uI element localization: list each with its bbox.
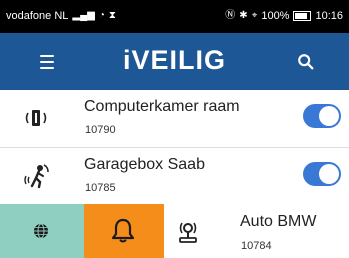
globe-icon: [34, 223, 48, 239]
battery-icon: [293, 11, 312, 21]
clock: 10:16: [315, 10, 343, 22]
item-code: 10785: [85, 182, 116, 194]
item-code: 10784: [241, 240, 272, 252]
bottom-bar: Auto BMW 10784: [0, 204, 349, 258]
item-code: 10790: [85, 124, 116, 136]
list-item[interactable]: Garagebox Saab 10785: [0, 148, 349, 205]
signal-icon: ▂▄▆: [72, 10, 95, 21]
battery-percent: 100%: [261, 10, 290, 22]
list-item[interactable]: Computerkamer raam 10790: [0, 90, 349, 147]
bell-icon: [111, 218, 135, 243]
tab-alarm[interactable]: [84, 204, 164, 258]
list-item[interactable]: Auto BMW 10784: [164, 204, 349, 258]
nfc-icon: Ⓝ: [225, 10, 236, 21]
bluetooth-icon: ✱: [239, 10, 248, 21]
enable-toggle[interactable]: [303, 162, 341, 186]
wifi-icon: ◔: [98, 10, 105, 21]
search-icon[interactable]: [297, 53, 315, 71]
window-sensor-icon: [25, 110, 47, 126]
motion-sensor-icon: [24, 164, 49, 189]
tab-globe[interactable]: [0, 204, 84, 258]
status-left: vodafone NL ▂▄▆ ◔ ⧗: [6, 10, 116, 22]
item-name: Computerkamer raam: [84, 98, 240, 115]
enable-toggle[interactable]: [303, 104, 341, 128]
app-header: iVEILIG: [0, 33, 349, 90]
hourglass-icon: ⧗: [108, 10, 116, 21]
location-icon: ⌖: [251, 10, 258, 21]
status-bar: vodafone NL ▂▄▆ ◔ ⧗ Ⓝ ✱ ⌖ 100% 10:16: [0, 0, 349, 33]
item-name: Auto BMW: [240, 213, 317, 230]
carrier-label: vodafone NL: [6, 10, 69, 22]
item-name: Garagebox Saab: [84, 156, 205, 173]
gps-tracker-icon: [179, 222, 197, 243]
status-right: Ⓝ ✱ ⌖ 100% 10:16: [225, 10, 343, 22]
